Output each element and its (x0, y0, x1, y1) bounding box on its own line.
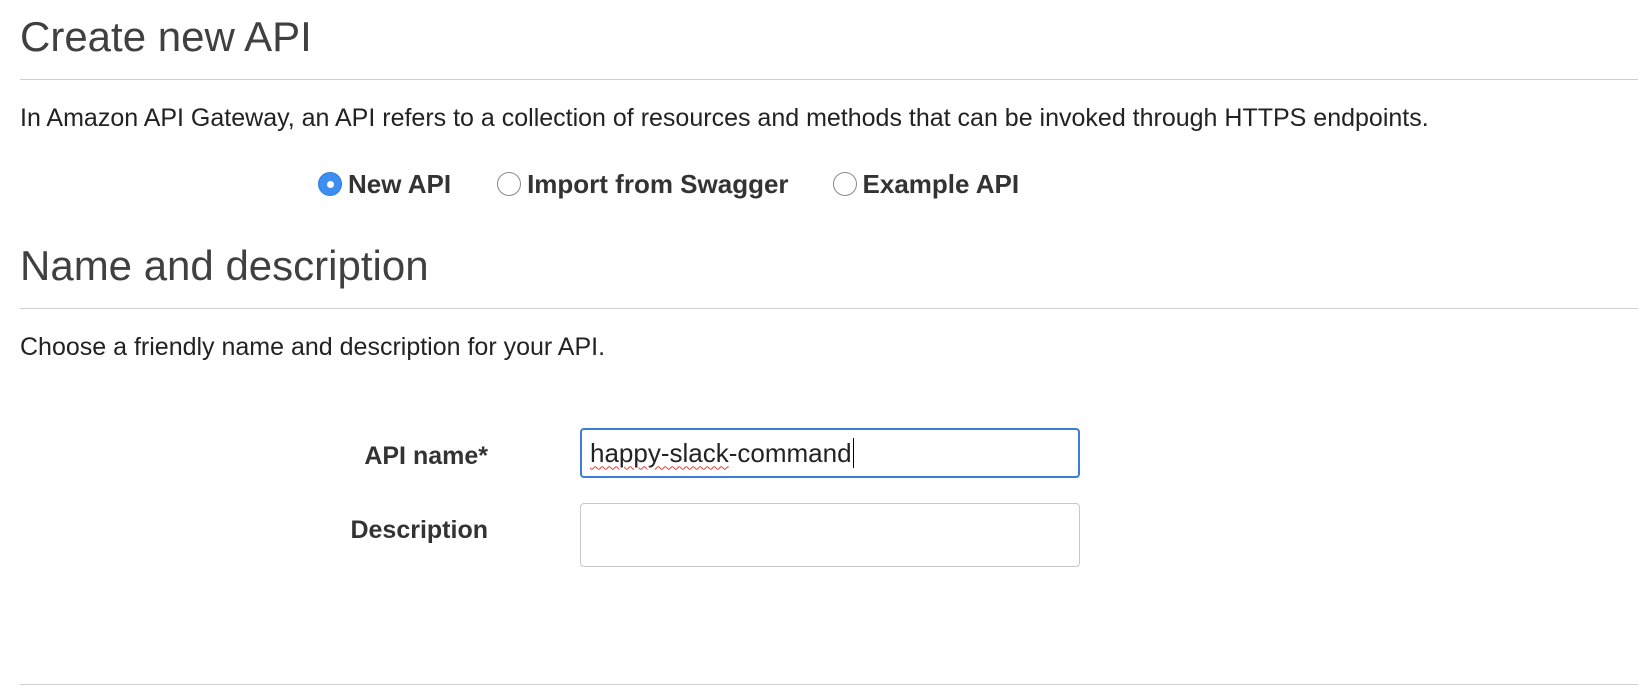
name-section-description: Choose a friendly name and description f… (20, 333, 606, 361)
section-title-name-description: Name and description (20, 242, 429, 289)
page-title: Create new API (20, 13, 312, 60)
create-api-page: Create new API In Amazon API Gateway, an… (0, 0, 1638, 690)
radio-import-swagger[interactable]: Import from Swagger (497, 169, 789, 200)
radio-new-api[interactable]: New API (318, 169, 451, 200)
radio-label-example-api[interactable]: Example API (863, 169, 1020, 200)
radio-example-api[interactable]: Example API (832, 169, 1020, 200)
intro-description: In Amazon API Gateway, an API refers to … (20, 104, 1429, 132)
radio-label-import-swagger[interactable]: Import from Swagger (527, 169, 788, 200)
api-type-radio-group: New API Import from Swagger Example API (318, 168, 1019, 200)
api-name-value-rest: -command (728, 437, 852, 468)
title-divider (20, 79, 1638, 80)
footer-divider (20, 684, 1638, 685)
radio-unchecked-icon[interactable] (832, 172, 857, 196)
radio-dot (326, 180, 334, 188)
text-caret (852, 438, 854, 468)
api-name-label: API name* (364, 442, 488, 470)
description-label: Description (350, 516, 488, 544)
api-name-value-misspelled: happy-slack (590, 437, 729, 468)
radio-checked-icon[interactable] (318, 172, 342, 196)
radio-label-new-api[interactable]: New API (348, 169, 451, 200)
api-name-input[interactable]: happy-slack -command (580, 428, 1080, 478)
section-divider (20, 308, 1638, 309)
description-input[interactable] (580, 503, 1080, 567)
radio-unchecked-icon[interactable] (497, 172, 522, 196)
